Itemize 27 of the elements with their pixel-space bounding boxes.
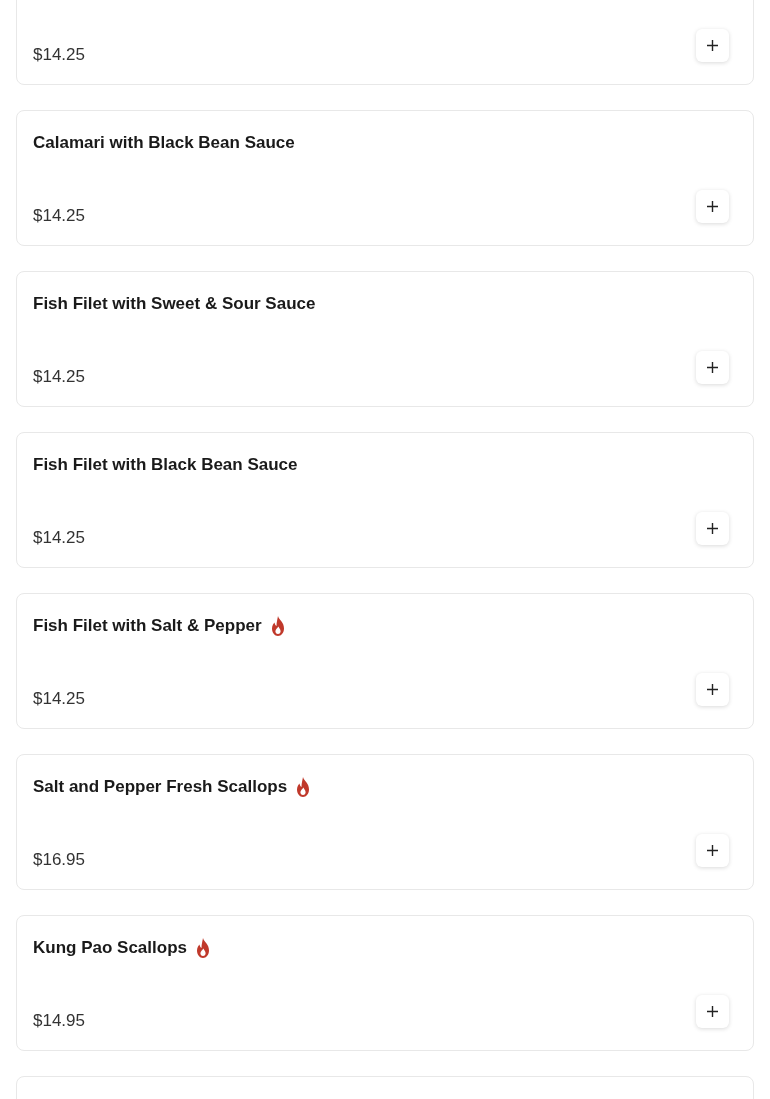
add-button[interactable] (696, 995, 729, 1028)
plus-icon (707, 684, 718, 695)
plus-icon (707, 201, 718, 212)
add-button[interactable] (696, 351, 729, 384)
dish-name: Kung Pao Scallops (33, 937, 187, 960)
dish-name: Fish Filet with Sweet & Sour Sauce (33, 293, 316, 316)
add-button[interactable] (696, 29, 729, 62)
dish-price: $14.25 (33, 44, 85, 66)
add-button[interactable] (696, 834, 729, 867)
add-button[interactable] (696, 673, 729, 706)
dish-price: $14.25 (33, 366, 85, 388)
dish-price: $16.95 (33, 849, 85, 871)
dish-price: $14.95 (33, 1010, 85, 1032)
add-button[interactable] (696, 512, 729, 545)
plus-icon (707, 523, 718, 534)
plus-icon (707, 1006, 718, 1017)
plus-icon (707, 362, 718, 373)
dish-price: $14.25 (33, 527, 85, 549)
dish-name: Calamari with Black Bean Sauce (33, 132, 295, 155)
plus-icon (707, 40, 718, 51)
dish-price: $14.25 (33, 688, 85, 710)
dish-name: Fish Filet with Salt & Pepper (33, 615, 262, 638)
plus-icon (707, 845, 718, 856)
add-button[interactable] (696, 190, 729, 223)
dish-name: Salt and Pepper Fresh Scallops (33, 776, 288, 799)
dish-price: $14.25 (33, 205, 85, 227)
dish-name: Fish Filet with Black Bean Sauce (33, 454, 298, 477)
